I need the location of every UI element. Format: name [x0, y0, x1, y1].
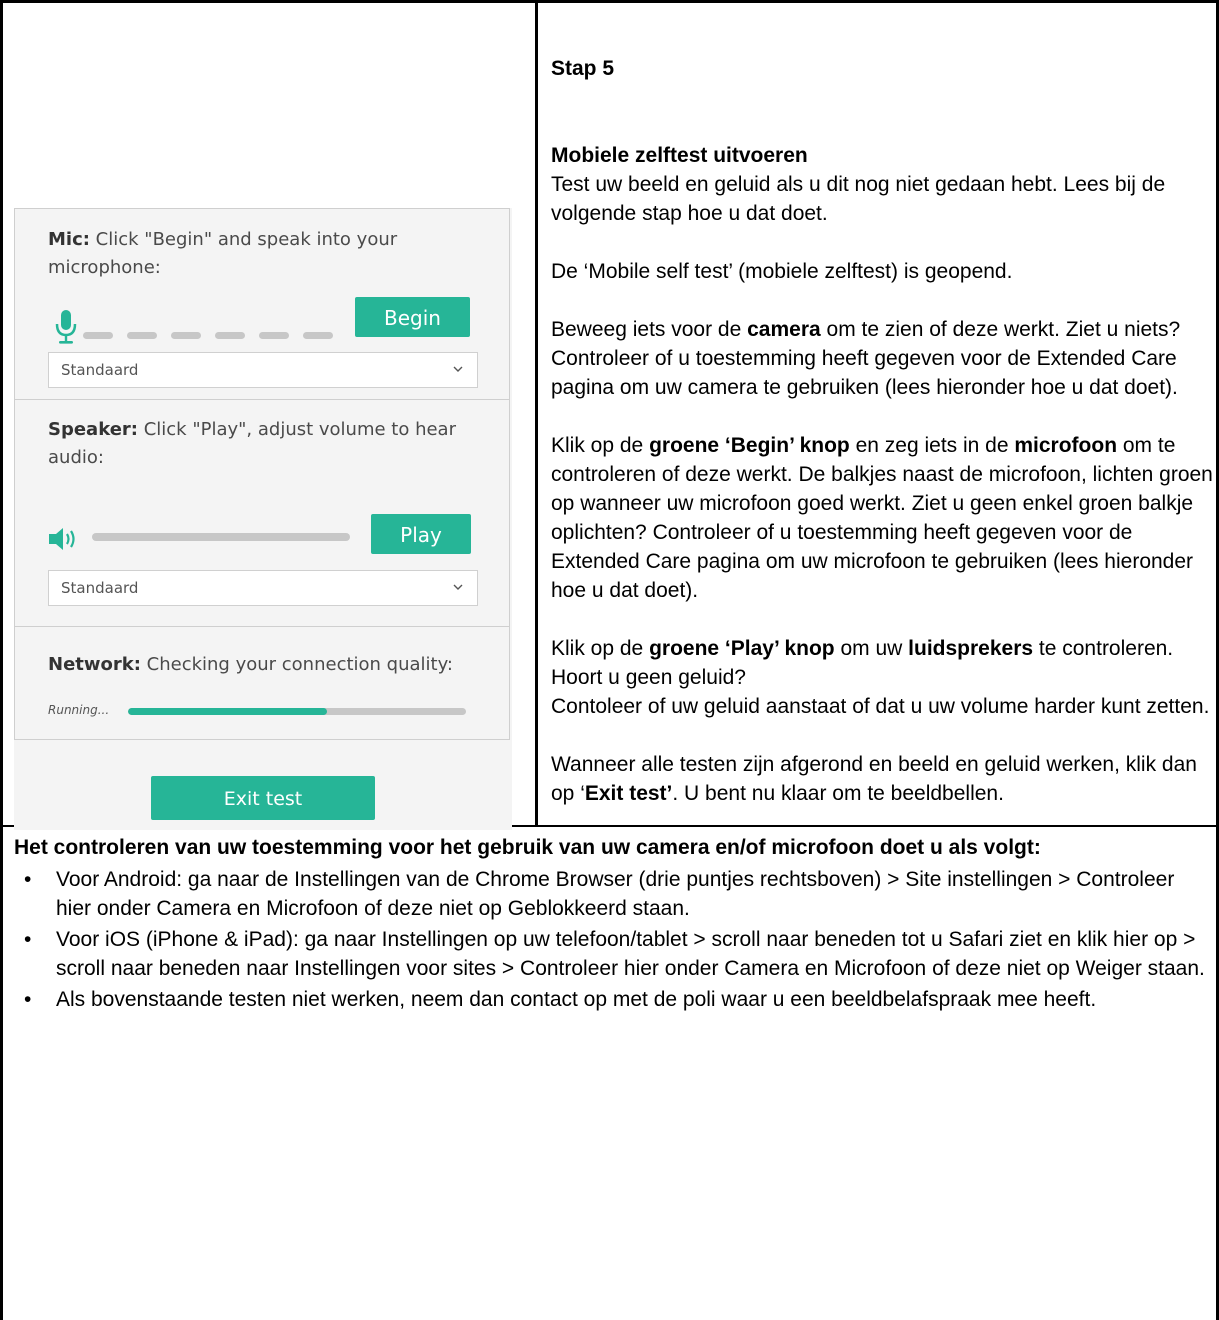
mic-label: Mic: Click "Begin" and speak into your m…: [48, 229, 398, 278]
step-paragraph-1: Test uw beeld en geluid als u dit nog ni…: [551, 173, 1166, 225]
bullet-icon: •: [24, 868, 32, 891]
chevron-down-icon: [453, 584, 463, 590]
play-button[interactable]: Play: [371, 514, 471, 554]
permissions-list-item: • Voor Android: ga naar de Instellingen v…: [14, 865, 1210, 923]
mic-level-bar: [83, 332, 113, 339]
speaker-section: Speaker: Click "Play", adjust volume to …: [14, 399, 510, 627]
step-paragraph-2: De ‘Mobile self test’ (mobiele zelftest)…: [551, 260, 1013, 283]
mic-level-bar: [171, 332, 201, 339]
permissions-section: Het controleren van uw toestemming voor …: [14, 833, 1210, 1016]
mic-device-value: Standaard: [61, 361, 139, 379]
network-progress-fill: [128, 708, 328, 715]
permissions-list-item: • Voor iOS (iPhone & iPad): ga naar Inste…: [14, 925, 1210, 983]
mic-level-bars: [83, 332, 343, 339]
mic-level-bar: [303, 332, 333, 339]
volume-track[interactable]: [92, 533, 350, 541]
table-border-left: [0, 0, 3, 1320]
table-border-middle: [535, 0, 538, 825]
mic-level-bar: [127, 332, 157, 339]
network-progress-bar: [128, 708, 466, 715]
step-paragraph-5b: Contoleer of uw geluid aanstaat of dat u…: [551, 695, 1210, 718]
step-paragraph-5: Klik op de groene ‘Play’ knop om uw luid…: [551, 637, 1174, 689]
step-paragraph-4: Klik op de groene ‘Begin’ knop en zeg ie…: [551, 434, 1213, 602]
permissions-title: Het controleren van uw toestemming voor …: [14, 836, 1041, 859]
step-title: Stap 5: [551, 57, 615, 80]
table-border-top: [0, 0, 1219, 3]
exit-test-button[interactable]: Exit test: [151, 776, 375, 820]
begin-button[interactable]: Begin: [355, 297, 470, 337]
mic-section: Mic: Click "Begin" and speak into your m…: [14, 208, 510, 400]
speaker-device-value: Standaard: [61, 579, 139, 597]
mic-level-bar: [259, 332, 289, 339]
network-label: Network: Checking your connection qualit…: [48, 654, 453, 675]
microphone-icon: [55, 310, 77, 344]
bullet-icon: •: [24, 988, 32, 1011]
step-instructions: Stap 5 Mobiele zelftest uitvoeren Test u…: [551, 54, 1215, 808]
network-status: Running...: [48, 703, 110, 717]
speaker-icon: [49, 528, 75, 550]
mic-device-select[interactable]: Standaard: [48, 352, 478, 388]
speaker-label: Speaker: Click "Play", adjust volume to …: [48, 419, 456, 468]
speaker-device-select[interactable]: Standaard: [48, 570, 478, 606]
permissions-list: • Voor Android: ga naar de Instellingen v…: [14, 865, 1210, 1014]
step-paragraph-6: Wanneer alle testen zijn afgerond en bee…: [551, 753, 1197, 805]
bullet-icon: •: [24, 928, 32, 951]
step-paragraph-3: Beweeg iets voor de camera om te zien of…: [551, 318, 1181, 399]
step-heading: Mobiele zelftest uitvoeren: [551, 144, 808, 167]
chevron-down-icon: [453, 366, 463, 372]
permissions-list-item: • Als bovenstaande testen niet werken, ne…: [14, 985, 1210, 1014]
self-test-screenshot: Mic: Click "Begin" and speak into your m…: [14, 208, 512, 830]
network-section: Network: Checking your connection qualit…: [14, 626, 510, 740]
mic-level-bar: [215, 332, 245, 339]
